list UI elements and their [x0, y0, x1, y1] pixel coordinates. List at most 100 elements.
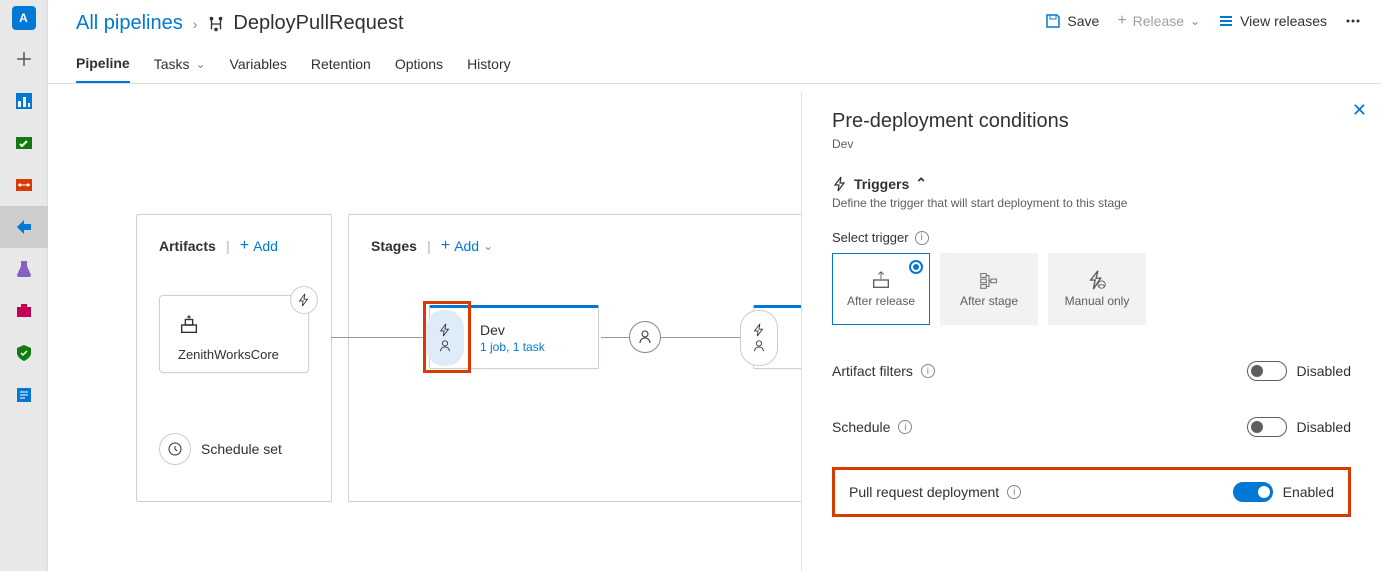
- artifact-filters-toggle[interactable]: [1247, 361, 1287, 381]
- radio-selected: [909, 260, 923, 274]
- tab-bar: Pipeline Tasks⌄ Variables Retention Opti…: [48, 41, 1381, 84]
- chevron-down-icon: ⌄: [1190, 14, 1200, 28]
- tab-pipeline[interactable]: Pipeline: [76, 55, 130, 83]
- plus-icon: +: [1117, 12, 1126, 30]
- info-icon[interactable]: i: [915, 231, 929, 245]
- stages-header: Stages | +Add⌄: [371, 237, 835, 255]
- trigger-after-stage[interactable]: After stage: [940, 253, 1038, 325]
- toggle-state-label: Disabled: [1297, 363, 1351, 379]
- more-button[interactable]: [1345, 13, 1361, 29]
- pre-deployment-button-dev[interactable]: [426, 310, 464, 366]
- chevron-down-icon: ⌄: [195, 57, 205, 71]
- trigger-manual-only[interactable]: Manual only: [1048, 253, 1146, 325]
- triggers-description: Define the trigger that will start deplo…: [832, 196, 1351, 210]
- artifact-name: ZenithWorksCore: [178, 347, 298, 362]
- list-icon: [1218, 13, 1234, 29]
- pipeline-name: DeployPullRequest: [233, 12, 403, 35]
- schedule-row: Schedule i Disabled: [832, 417, 1351, 437]
- release-button: + Release ⌄: [1117, 12, 1200, 30]
- artifact-card[interactable]: ZenithWorksCore: [159, 295, 309, 373]
- stage-name: Dev: [480, 322, 545, 338]
- info-icon[interactable]: i: [921, 364, 935, 378]
- pre-deployment-panel: ✕ Pre-deployment conditions Dev Triggers…: [801, 92, 1381, 571]
- save-button[interactable]: Save: [1045, 13, 1099, 29]
- pre-deployment-button-test[interactable]: [740, 310, 778, 366]
- chevron-down-icon: ⌄: [483, 239, 493, 253]
- repos-icon[interactable]: [0, 164, 48, 206]
- schedule-button[interactable]: Schedule set: [159, 433, 309, 465]
- connector-line: [601, 337, 751, 338]
- main-area: All pipelines › DeployPullRequest Save +…: [48, 0, 1381, 571]
- pr-deployment-label: Pull request deployment: [849, 484, 999, 500]
- build-icon: [870, 269, 892, 291]
- artifacts-header: Artifacts | +Add: [159, 237, 309, 255]
- pr-deployment-highlight: Pull request deployment i Enabled: [832, 467, 1351, 517]
- stage-card-dev[interactable]: Dev 1 job, 1 task: [429, 305, 599, 369]
- stages-group: Stages | +Add⌄ Dev 1 job, 1 task: [348, 214, 858, 502]
- tab-tasks[interactable]: Tasks⌄: [154, 55, 206, 83]
- chevron-up-icon: ⌃: [915, 175, 927, 192]
- tab-options[interactable]: Options: [395, 55, 443, 83]
- boards-icon[interactable]: [0, 122, 48, 164]
- release-label: Release: [1133, 13, 1184, 29]
- chevron-right-icon: ›: [193, 16, 198, 32]
- save-label: Save: [1067, 13, 1099, 29]
- triggers-section-header[interactable]: Triggers ⌃: [832, 175, 1351, 192]
- artifacts-icon[interactable]: [0, 290, 48, 332]
- schedule-label: Schedule: [832, 419, 890, 435]
- save-icon: [1045, 13, 1061, 29]
- tab-retention[interactable]: Retention: [311, 55, 371, 83]
- add-artifact-button[interactable]: +Add: [240, 237, 278, 255]
- manual-icon: [1086, 269, 1108, 291]
- panel-subtitle: Dev: [832, 137, 1351, 151]
- toolbar: Save + Release ⌄ View releases: [1045, 12, 1361, 30]
- schedule-label: Schedule set: [201, 441, 282, 457]
- person-icon: [438, 339, 452, 353]
- schedule-toggle[interactable]: [1247, 417, 1287, 437]
- security-icon[interactable]: [0, 332, 48, 374]
- connector-line: [331, 337, 427, 338]
- test-plans-icon[interactable]: [0, 248, 48, 290]
- schedule-icon: [159, 433, 191, 465]
- tab-variables[interactable]: Variables: [230, 55, 287, 83]
- settings-icon[interactable]: [0, 374, 48, 416]
- panel-title: Pre-deployment conditions: [832, 110, 1351, 133]
- lightning-icon: [297, 293, 311, 307]
- post-deployment-button[interactable]: [629, 321, 661, 353]
- ellipsis-icon: [1345, 13, 1361, 29]
- left-nav: A: [0, 0, 48, 571]
- trigger-options: After release After stage Manual only: [832, 253, 1351, 325]
- build-icon: [178, 314, 200, 336]
- view-releases-button[interactable]: View releases: [1218, 13, 1327, 29]
- add-icon[interactable]: [0, 38, 48, 80]
- pr-deployment-row: Pull request deployment i Enabled: [849, 482, 1334, 502]
- artifact-filters-label: Artifact filters: [832, 363, 913, 379]
- toggle-state-label: Disabled: [1297, 419, 1351, 435]
- trigger-after-release[interactable]: After release: [832, 253, 930, 325]
- pipelines-icon[interactable]: [0, 206, 48, 248]
- toggle-state-label: Enabled: [1283, 484, 1334, 500]
- pr-deployment-toggle[interactable]: [1233, 482, 1273, 502]
- tab-history[interactable]: History: [467, 55, 511, 83]
- add-stage-button[interactable]: +Add⌄: [441, 237, 493, 255]
- lightning-icon: [752, 323, 766, 337]
- breadcrumb-root[interactable]: All pipelines: [76, 12, 183, 35]
- view-releases-label: View releases: [1240, 13, 1327, 29]
- close-button[interactable]: ✕: [1352, 100, 1367, 121]
- breadcrumb-current: DeployPullRequest: [207, 12, 403, 35]
- select-trigger-label: Select trigger i: [832, 230, 1351, 245]
- artifact-filters-row: Artifact filters i Disabled: [832, 361, 1351, 381]
- artifact-trigger-button[interactable]: [290, 286, 318, 314]
- org-avatar[interactable]: A: [12, 6, 36, 30]
- dashboard-icon[interactable]: [0, 80, 48, 122]
- person-icon: [637, 329, 653, 345]
- stage-subtitle[interactable]: 1 job, 1 task: [480, 340, 545, 354]
- lightning-icon: [438, 323, 452, 337]
- info-icon[interactable]: i: [898, 420, 912, 434]
- pipeline-icon: [207, 15, 225, 33]
- stages-icon: [978, 269, 1000, 291]
- info-icon[interactable]: i: [1007, 485, 1021, 499]
- lightning-icon: [832, 176, 848, 192]
- artifacts-group: Artifacts | +Add ZenithWorksCore Schedul…: [136, 214, 332, 502]
- person-icon: [752, 339, 766, 353]
